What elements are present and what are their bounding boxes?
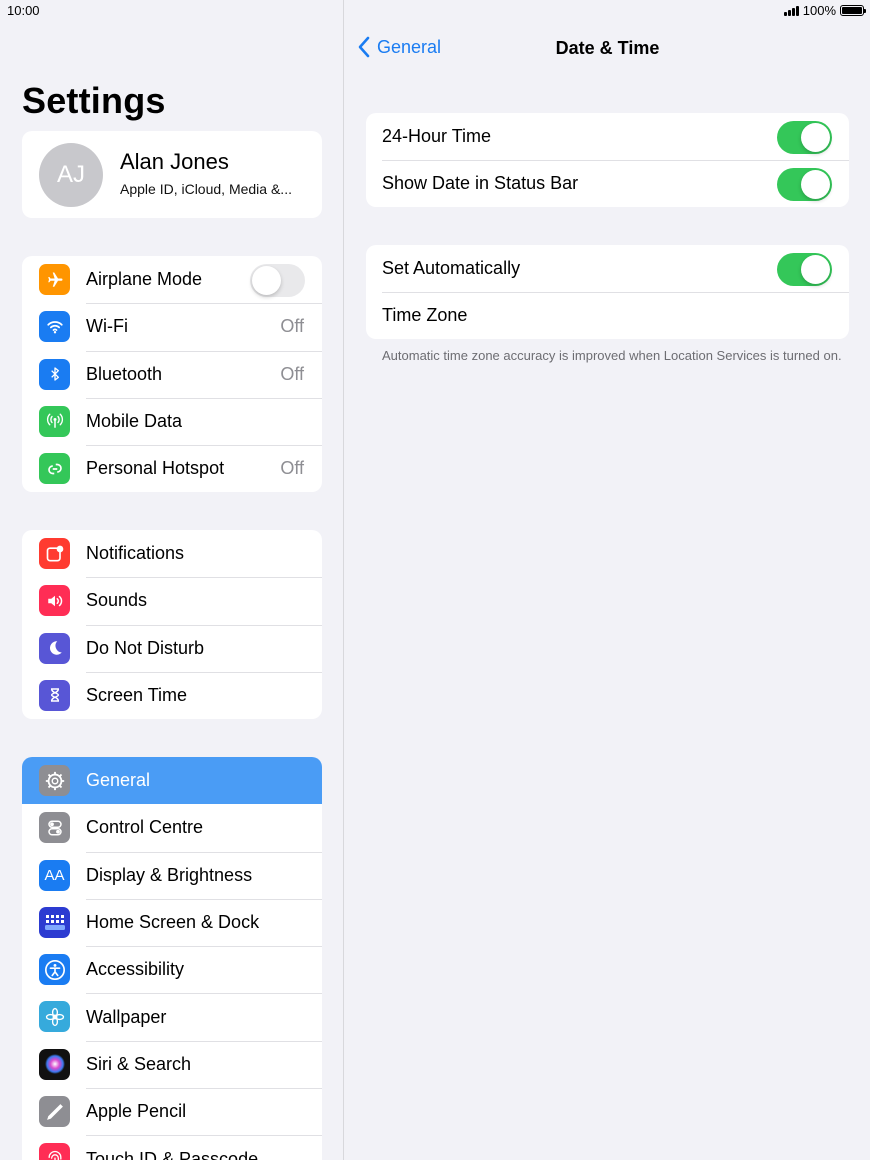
sidebar-item-control-centre[interactable]: Control Centre [22,804,322,851]
notifications-icon [39,538,70,569]
gear-icon [39,765,70,796]
sidebar-item-label: Do Not Disturb [86,637,205,658]
row-label: Set Automatically [382,258,521,278]
sidebar-item-label: Home Screen & Dock [86,912,260,933]
sidebar-item-label: Bluetooth [86,363,163,384]
sidebar-item-mobile-data[interactable]: Mobile Data [22,397,322,445]
notifications-group: Notifications Sounds Do Not Disturb Scre… [22,530,322,720]
airplane-icon [39,264,70,295]
switches-icon [39,812,70,844]
sidebar: Settings AJ Alan Jones Apple ID, iCloud,… [0,0,344,1160]
sidebar-item-label: Apple Pencil [86,1101,187,1122]
flower-icon [39,1001,70,1033]
detail-pane: General Date & Time 24-Hour Time Show Da… [345,0,870,1160]
accessibility-icon [39,954,70,986]
time-zone-footnote: Automatic time zone accuracy is improved… [382,348,842,363]
row-time-zone[interactable]: Time Zone [366,292,849,339]
sidebar-item-general[interactable]: General [22,757,322,805]
fingerprint-icon [39,1143,70,1160]
grid-icon [39,906,70,938]
sidebar-item-label: Notifications [86,543,185,564]
sidebar-item-accessibility[interactable]: Accessibility [22,946,322,993]
sidebar-item-home-screen-dock[interactable]: Home Screen & Dock [22,898,322,946]
status-time: 10:00 [7,3,40,18]
sidebar-item-bluetooth[interactable]: Bluetooth Off [22,350,322,398]
sidebar-item-label: Accessibility [86,959,185,980]
profile-name: Alan Jones [120,149,229,174]
sidebar-item-sounds[interactable]: Sounds [22,577,322,624]
airplane-mode-toggle[interactable] [250,264,305,297]
sidebar-item-label: Airplane Mode [86,269,203,290]
sidebar-item-label: Display & Brightness [86,864,253,885]
sidebar-item-label: Mobile Data [86,411,183,432]
profile-card[interactable]: AJ Alan Jones Apple ID, iCloud, Media &.… [22,131,322,218]
speaker-icon [39,585,70,617]
time-format-group: 24-Hour Time Show Date in Status Bar [366,113,849,207]
status-right: 100% [783,3,866,18]
moon-icon [39,632,70,664]
sidebar-item-label: Siri & Search [86,1053,192,1074]
sidebar-item-screen-time[interactable]: Screen Time [22,671,322,719]
sidebar-item-do-not-disturb[interactable]: Do Not Disturb [22,624,322,672]
sidebar-item-airplane-mode[interactable]: Airplane Mode [22,256,322,303]
bluetooth-icon [39,358,70,390]
general-group: General Control Centre AA Display & Brig… [22,757,322,1160]
detail-title: Date & Time [555,38,660,58]
auto-time-group: Set Automatically Time Zone [366,245,849,339]
wifi-icon [39,311,70,343]
hotspot-icon [39,453,70,485]
row-show-date-status-bar[interactable]: Show Date in Status Bar [366,160,849,207]
sidebar-item-label: Wallpaper [86,1006,167,1027]
battery-percent: 100% [802,3,836,18]
row-label: 24-Hour Time [382,126,492,146]
row-label: Time Zone [382,305,468,325]
sidebar-item-wifi[interactable]: Wi-Fi Off [22,303,322,350]
sidebar-item-touch-id-passcode[interactable]: Touch ID & Passcode [22,1135,322,1160]
siri-icon [39,1048,70,1080]
row-set-automatically[interactable]: Set Automatically [366,245,849,292]
page-title: Settings [22,80,166,121]
avatar: AJ [39,143,103,207]
sidebar-item-label: Touch ID & Passcode [86,1148,259,1160]
sidebar-item-label: Screen Time [86,685,188,706]
battery-icon [840,5,866,16]
24-hour-time-toggle[interactable] [777,121,832,154]
sidebar-item-apple-pencil[interactable]: Apple Pencil [22,1088,322,1135]
sidebar-item-siri-search[interactable]: Siri & Search [22,1040,322,1088]
row-label: Show Date in Status Bar [382,173,579,193]
wifi-value: Off [280,316,304,337]
sidebar-item-personal-hotspot[interactable]: Personal Hotspot Off [22,445,322,492]
bluetooth-value: Off [280,363,304,384]
hourglass-icon [39,679,70,711]
set-automatically-toggle[interactable] [777,253,832,286]
sidebar-item-wallpaper[interactable]: Wallpaper [22,993,322,1040]
antenna-icon [39,405,70,437]
hotspot-value: Off [280,458,304,479]
pencil-icon [39,1096,70,1128]
status-bar: 10:00 100% [0,0,870,22]
sidebar-item-label: Sounds [86,590,148,611]
sidebar-item-notifications[interactable]: Notifications [22,530,322,577]
sidebar-item-label: General [86,770,151,791]
sidebar-item-display-brightness[interactable]: AA Display & Brightness [22,851,322,899]
profile-subtitle: Apple ID, iCloud, Media &... [120,181,292,197]
signal-icon [783,5,799,16]
row-24-hour-time[interactable]: 24-Hour Time [366,113,849,160]
sidebar-item-label: Personal Hotspot [86,458,225,479]
sidebar-item-label: Wi-Fi [86,316,128,337]
show-date-toggle[interactable] [777,168,832,201]
text-size-icon: AA [39,859,70,891]
connectivity-group: Airplane Mode Wi-Fi Off Bluetooth Off Mo… [22,256,322,493]
sidebar-item-label: Control Centre [86,817,204,838]
